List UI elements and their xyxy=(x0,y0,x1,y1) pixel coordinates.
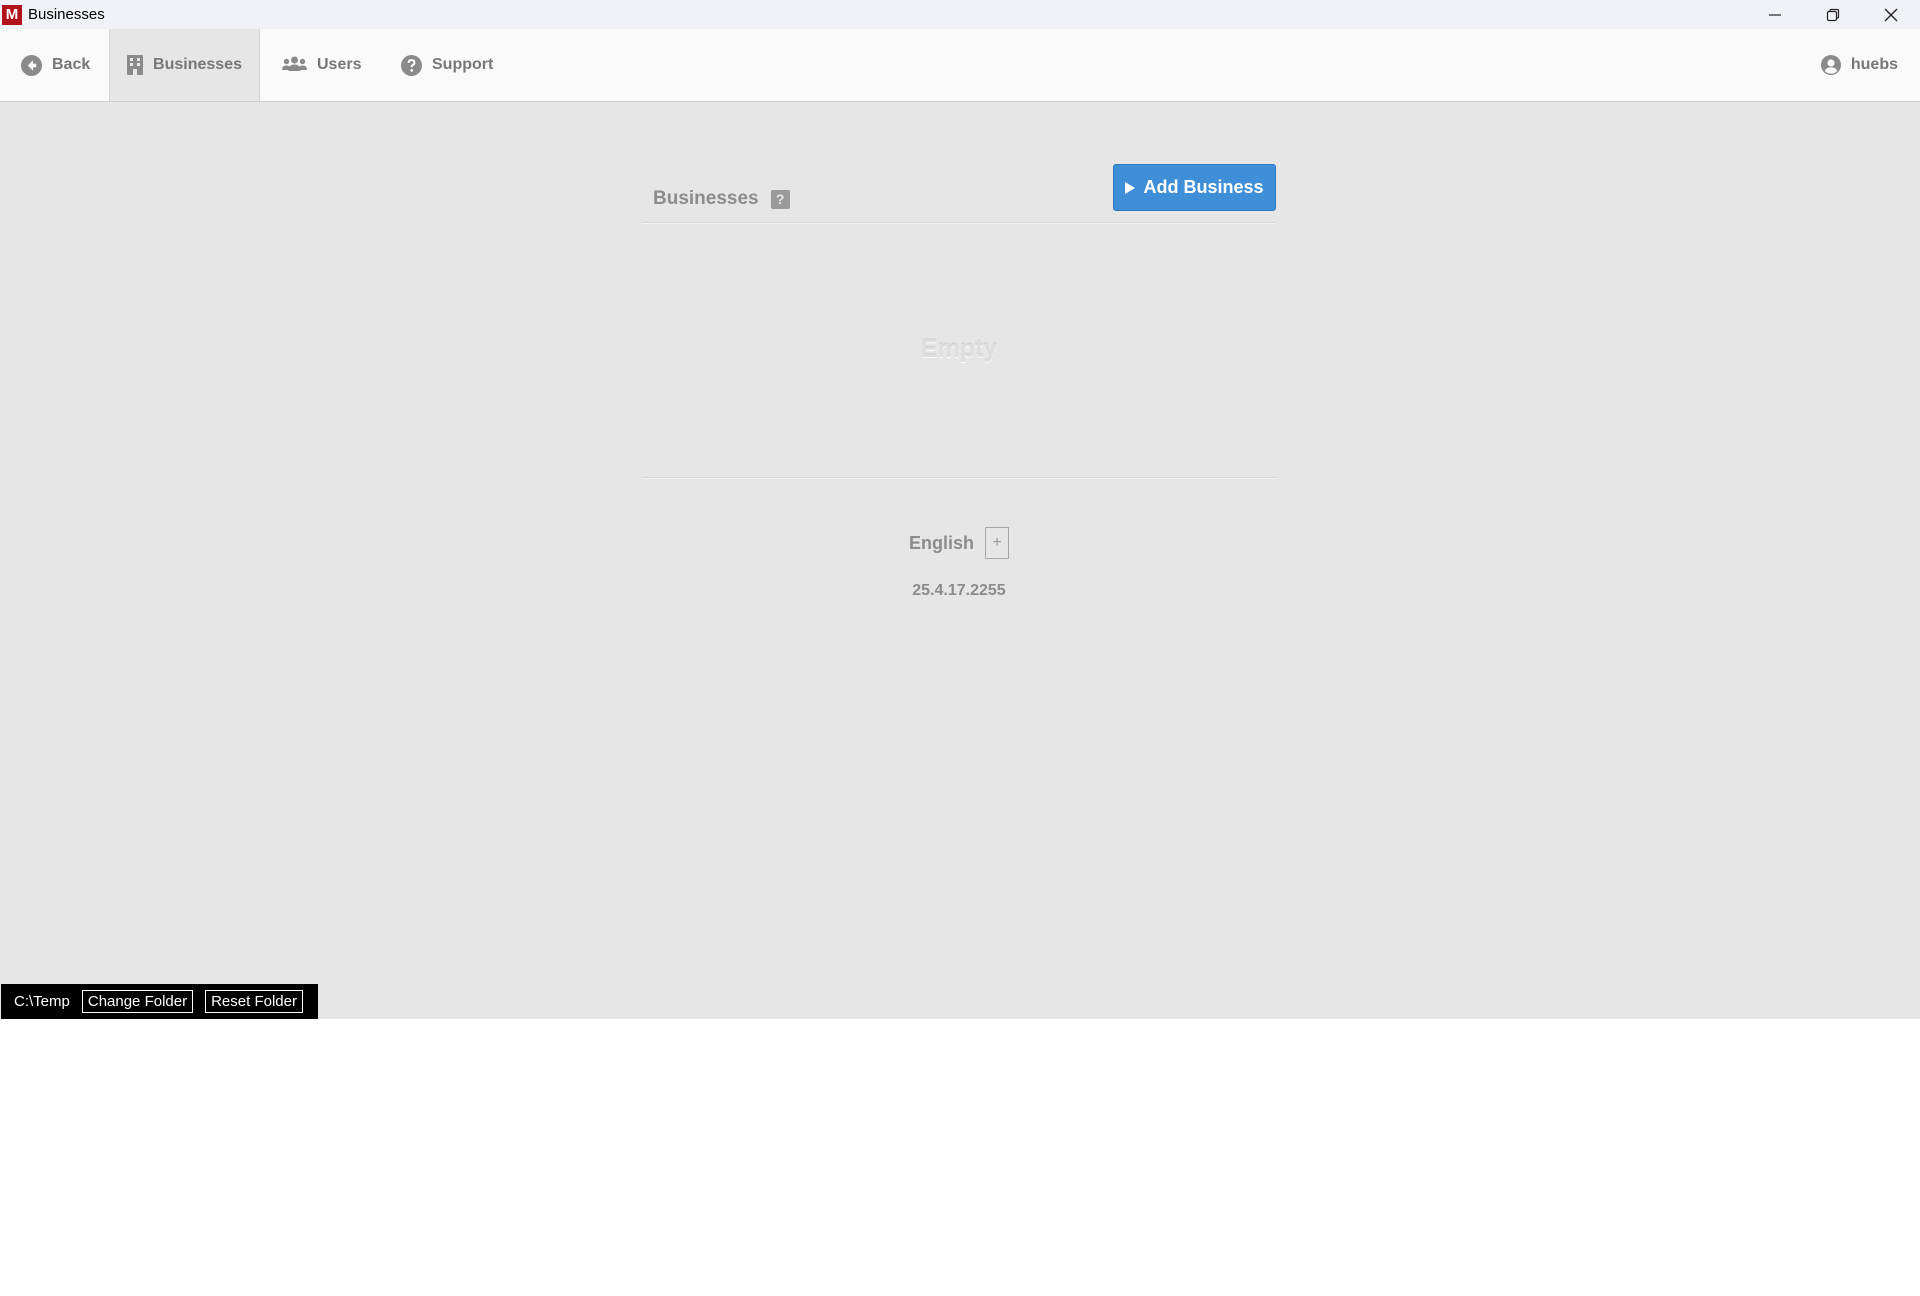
restore-button[interactable] xyxy=(1804,0,1862,29)
folder-path: C:\Temp xyxy=(14,993,70,1010)
version-text: 25.4.17.2255 xyxy=(912,582,1006,599)
add-language-button[interactable]: + xyxy=(985,527,1009,559)
minimize-button[interactable] xyxy=(1746,0,1804,29)
window-title: Businesses xyxy=(28,6,105,23)
arrow-circle-left-icon xyxy=(21,54,42,76)
window-title-bar: M Businesses xyxy=(0,0,1920,29)
window-controls xyxy=(1746,0,1920,29)
nav-support-label: Support xyxy=(432,56,494,73)
nav-businesses-label: Businesses xyxy=(153,56,242,73)
app-logo-icon: M xyxy=(2,4,22,25)
folder-bar: C:\Temp Change Folder Reset Folder xyxy=(1,984,318,1019)
section-header: Businesses ? xyxy=(653,188,790,210)
question-circle-icon xyxy=(401,54,422,76)
user-name: huebs xyxy=(1850,56,1898,73)
list-divider xyxy=(642,477,1276,478)
empty-state-text: Empty xyxy=(920,335,998,363)
page-title: Businesses xyxy=(653,188,759,209)
nav-support[interactable]: Support xyxy=(401,29,493,101)
help-icon[interactable]: ? xyxy=(770,189,790,209)
main-content: Businesses ? Add Business Empty English … xyxy=(0,102,1920,1019)
nav-back[interactable]: Back xyxy=(21,29,90,101)
play-triangle-icon xyxy=(1125,181,1136,194)
nav-users[interactable]: Users xyxy=(282,29,361,101)
add-business-label: Add Business xyxy=(1143,177,1264,197)
building-icon xyxy=(127,55,144,75)
nav-users-label: Users xyxy=(317,56,362,73)
change-folder-button[interactable]: Change Folder xyxy=(81,990,194,1013)
users-group-icon xyxy=(282,56,307,71)
close-button[interactable] xyxy=(1862,0,1920,29)
language-selector: English + xyxy=(642,527,1276,559)
user-circle-icon xyxy=(1820,55,1841,75)
nav-back-label: Back xyxy=(52,56,91,73)
top-navigation: Back Businesses Users Support huebs xyxy=(0,29,1920,102)
add-business-button[interactable]: Add Business xyxy=(1113,164,1276,211)
user-menu[interactable]: huebs xyxy=(1820,29,1898,101)
restore-icon xyxy=(1826,8,1840,21)
language-label[interactable]: English xyxy=(909,533,974,554)
header-divider xyxy=(642,222,1276,223)
reset-folder-button[interactable]: Reset Folder xyxy=(205,990,303,1013)
close-icon xyxy=(1884,8,1898,21)
nav-businesses[interactable]: Businesses xyxy=(109,29,260,101)
minimize-icon xyxy=(1769,13,1781,16)
